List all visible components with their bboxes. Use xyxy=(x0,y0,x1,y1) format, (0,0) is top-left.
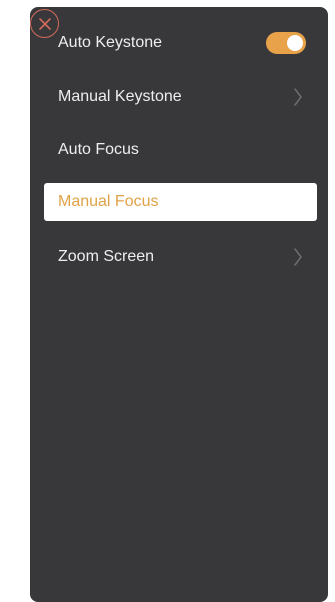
toggle-knob xyxy=(287,35,303,51)
menu-item-label: Manual Keystone xyxy=(58,88,182,105)
close-button[interactable] xyxy=(30,9,59,38)
menu-item-auto-keystone[interactable]: Auto Keystone xyxy=(44,24,317,62)
chevron-right-icon xyxy=(294,248,302,266)
chevron-right-icon xyxy=(294,88,302,106)
auto-keystone-toggle[interactable] xyxy=(266,32,306,54)
close-icon xyxy=(38,17,51,30)
menu-item-label: Auto Keystone xyxy=(58,34,163,51)
menu-item-label: Zoom Screen xyxy=(58,248,155,265)
menu-item-auto-focus[interactable]: Auto Focus xyxy=(44,131,317,169)
menu-item-label: Manual Focus xyxy=(58,193,159,210)
menu-item-zoom-screen[interactable]: Zoom Screen xyxy=(44,238,317,276)
menu-item-manual-focus[interactable]: Manual Focus xyxy=(44,183,317,221)
menu-item-manual-keystone[interactable]: Manual Keystone xyxy=(44,78,317,116)
menu-item-label: Auto Focus xyxy=(58,141,139,158)
